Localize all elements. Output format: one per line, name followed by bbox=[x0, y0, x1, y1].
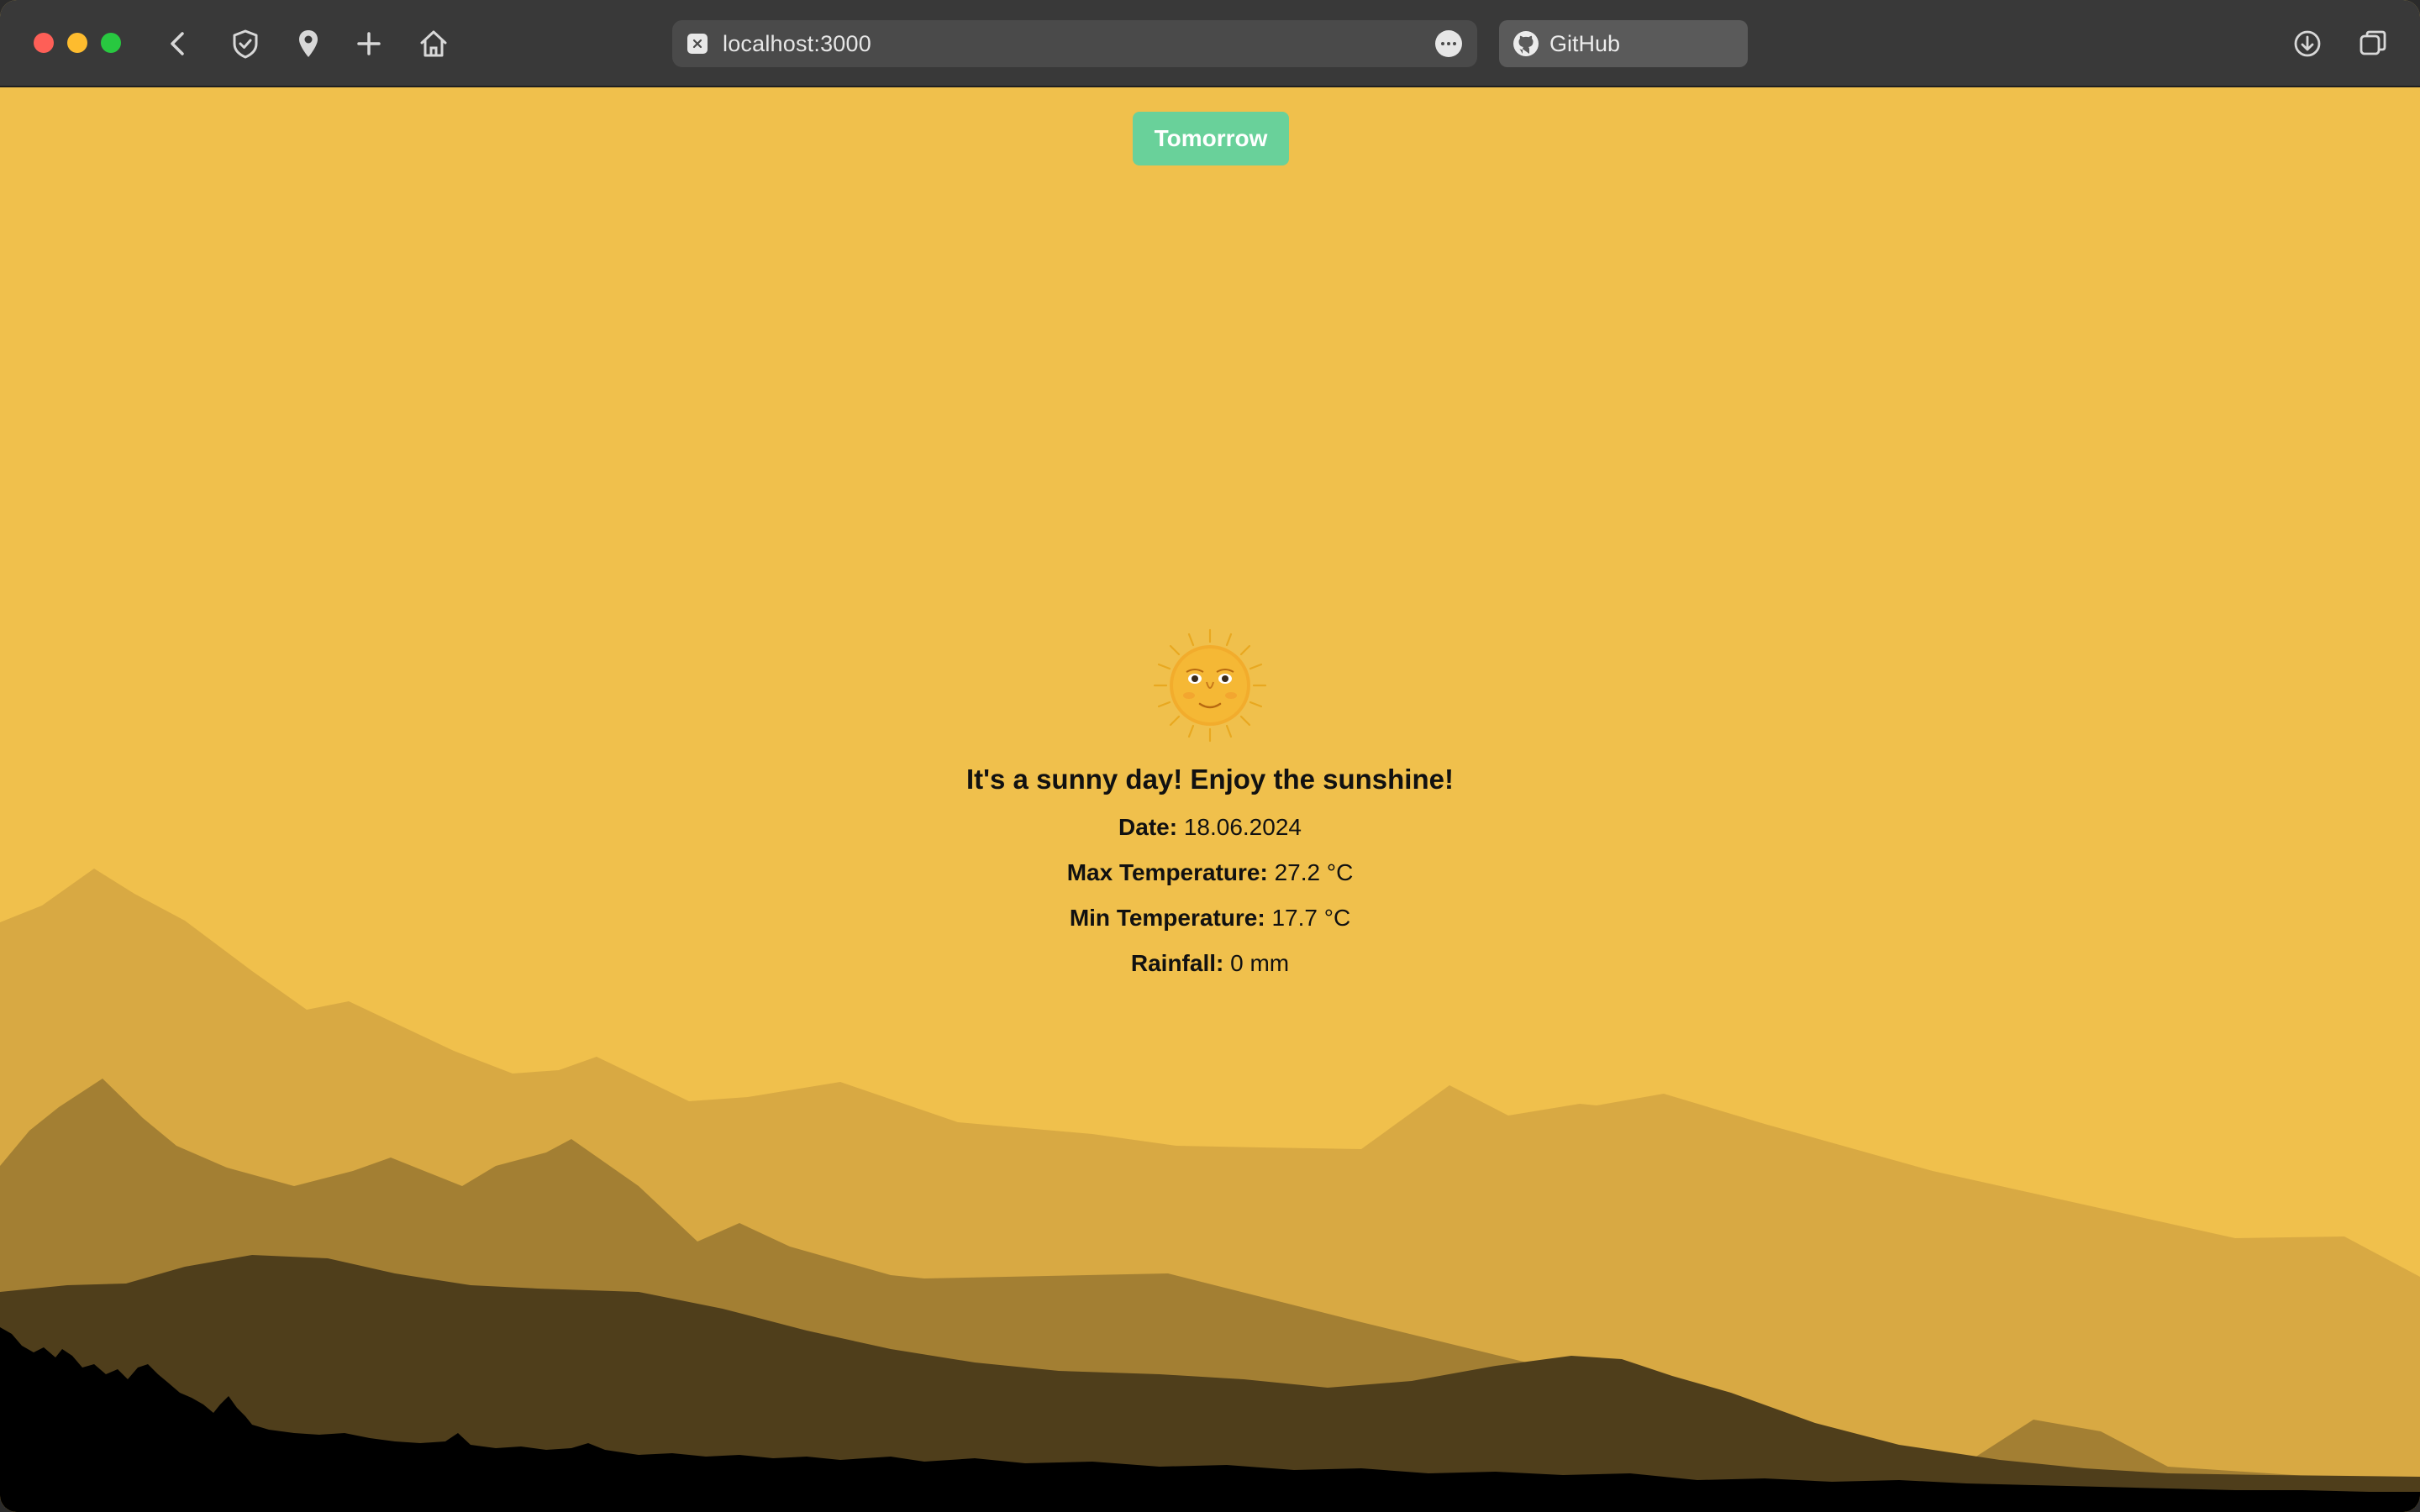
weather-headline: It's a sunny day! Enjoy the sunshine! bbox=[966, 764, 1454, 795]
sun-with-face-icon bbox=[1151, 627, 1269, 744]
address-bar[interactable]: localhost:3000 bbox=[672, 20, 1477, 67]
min-temperature-row: Min Temperature: 17.7 °C bbox=[790, 904, 1630, 932]
tab-label: GitHub bbox=[1549, 31, 1621, 56]
tomorrow-button[interactable]: Tomorrow bbox=[1133, 112, 1289, 165]
close-window-button[interactable] bbox=[34, 33, 54, 53]
maximize-window-button[interactable] bbox=[101, 33, 121, 53]
plus-icon[interactable] bbox=[349, 24, 389, 64]
more-icon[interactable] bbox=[1435, 30, 1462, 57]
tabs-overview-icon[interactable] bbox=[2353, 24, 2393, 64]
max-temperature-value: 27.2 °C bbox=[1274, 859, 1354, 885]
rainfall-row: Rainfall: 0 mm bbox=[790, 949, 1630, 978]
github-icon bbox=[1513, 31, 1539, 56]
browser-toolbar: localhost:3000 GitHub bbox=[0, 0, 2420, 87]
date-label: Date: bbox=[1118, 814, 1178, 840]
min-temperature-value: 17.7 °C bbox=[1271, 905, 1351, 931]
max-temperature-row: Max Temperature: 27.2 °C bbox=[790, 858, 1630, 887]
weather-card: It's a sunny day! Enjoy the sunshine! Da… bbox=[790, 627, 1630, 978]
min-temperature-label: Min Temperature: bbox=[1069, 905, 1265, 931]
minimize-window-button[interactable] bbox=[67, 33, 87, 53]
max-temperature-label: Max Temperature: bbox=[1066, 859, 1268, 885]
rainfall-value: 0 mm bbox=[1230, 950, 1290, 976]
shield-icon[interactable] bbox=[225, 24, 266, 64]
browser-window: localhost:3000 GitHub Tomorrow It's a su… bbox=[0, 0, 2420, 1512]
location-pin-icon[interactable] bbox=[288, 24, 329, 64]
date-value: 18.06.2024 bbox=[1183, 814, 1302, 840]
download-icon[interactable] bbox=[2287, 24, 2328, 64]
rainfall-label: Rainfall: bbox=[1130, 950, 1224, 976]
github-tab[interactable]: GitHub bbox=[1499, 20, 1748, 67]
weather-page: Tomorrow It's a sunny day! Enjoy the sun… bbox=[0, 89, 2420, 1512]
site-favicon-icon bbox=[687, 34, 708, 54]
date-row: Date: 18.06.2024 bbox=[790, 813, 1630, 842]
home-icon[interactable] bbox=[413, 24, 454, 64]
url-text: localhost:3000 bbox=[723, 31, 871, 56]
back-icon[interactable] bbox=[158, 24, 198, 64]
